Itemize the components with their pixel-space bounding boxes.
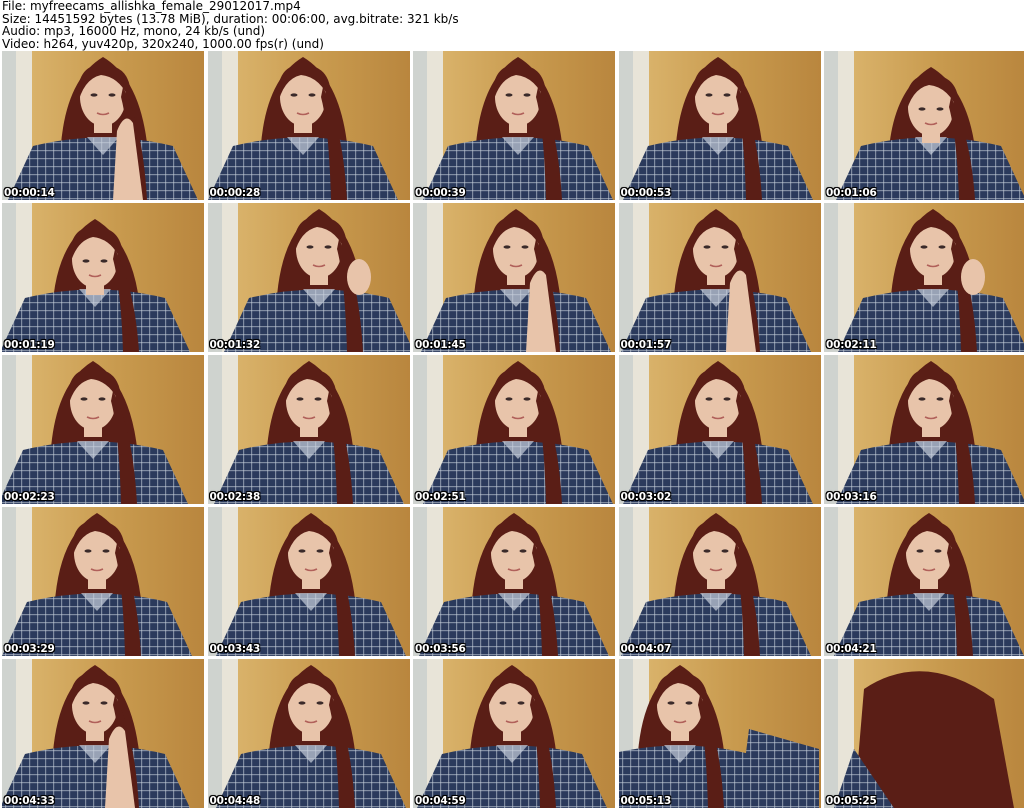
thumbnail-timestamp: 00:00:14: [4, 187, 55, 199]
thumbnail-frame: [824, 51, 1024, 200]
thumbnail-frame: [413, 203, 615, 352]
thumbnail-frame: [2, 507, 204, 656]
video-thumbnail: 00:01:45: [413, 203, 615, 352]
video-thumbnail: 00:02:38: [207, 355, 410, 504]
thumbnail-frame: [413, 507, 615, 656]
thumbnail-frame: [2, 355, 204, 504]
file-info-header: File: myfreecams_allishka_female_2901201…: [2, 0, 459, 50]
file-name-line: File: myfreecams_allishka_female_2901201…: [2, 0, 301, 13]
thumbnail-timestamp: 00:00:39: [415, 187, 466, 199]
thumbnail-frame: [824, 507, 1024, 656]
video-thumbnail: 00:04:33: [2, 659, 204, 808]
thumbnail-timestamp: 00:05:25: [826, 795, 877, 807]
thumbnail-timestamp: 00:04:33: [4, 795, 55, 807]
video-thumbnail: 00:01:06: [824, 51, 1024, 200]
thumbnail-timestamp: 00:02:38: [209, 491, 261, 503]
thumbnail-timestamp: 00:04:59: [415, 795, 466, 807]
thumbnail-frame: [207, 659, 410, 808]
video-thumbnail: 00:05:13: [618, 659, 821, 808]
video-thumbnail: 00:02:11: [824, 203, 1024, 352]
thumbnail-frame: [618, 507, 821, 656]
video-thumbnail: 00:00:53: [618, 51, 821, 200]
thumbnail-timestamp: 00:02:23: [4, 491, 55, 503]
video-thumbnail: 00:03:43: [207, 507, 410, 656]
video-thumbnail: 00:00:14: [2, 51, 204, 200]
thumbnail-timestamp: 00:01:45: [415, 339, 466, 351]
video-thumbnail: 00:03:56: [413, 507, 615, 656]
video-thumbnail: 00:02:51: [413, 355, 615, 504]
thumbnail-frame: [824, 355, 1024, 504]
thumbnail-timestamp: 00:00:28: [209, 187, 261, 199]
video-thumbnail: 00:03:02: [618, 355, 821, 504]
video-thumbnail: 00:05:25: [824, 659, 1024, 808]
video-info-line: Video: h264, yuv420p, 320x240, 1000.00 f…: [2, 36, 324, 51]
thumbnail-timestamp: 00:03:16: [826, 491, 877, 503]
thumbnail-timestamp: 00:00:53: [620, 187, 672, 199]
thumbnail-timestamp: 00:01:57: [620, 339, 672, 351]
thumbnail-frame: [207, 507, 410, 656]
thumbnail-frame: [2, 51, 204, 200]
video-thumbnail: 00:04:07: [618, 507, 821, 656]
thumbnail-frame: [413, 659, 615, 808]
video-thumbnail: 00:01:19: [2, 203, 204, 352]
video-thumbnail: 00:01:32: [207, 203, 410, 352]
thumbnail-frame: [207, 203, 410, 352]
thumbnail-frame: [824, 203, 1024, 352]
thumbnail-timestamp: 00:01:19: [4, 339, 55, 351]
thumbnail-timestamp: 00:04:07: [620, 643, 672, 655]
video-thumbnail: 00:04:48: [207, 659, 410, 808]
thumbnail-frame: [413, 355, 615, 504]
video-thumbnail: 00:00:28: [207, 51, 410, 200]
thumbnail-frame: [618, 51, 821, 200]
video-thumbnail: 00:01:57: [618, 203, 821, 352]
thumbnail-frame: [824, 659, 1024, 808]
thumbnail-timestamp: 00:01:32: [209, 339, 261, 351]
thumbnail-timestamp: 00:03:02: [620, 491, 672, 503]
thumbnail-timestamp: 00:03:29: [4, 643, 55, 655]
thumbnail-frame: [2, 659, 204, 808]
video-thumbnail: 00:04:21: [824, 507, 1024, 656]
thumbnail-timestamp: 00:02:51: [415, 491, 466, 503]
thumbnail-frame: [2, 203, 204, 352]
audio-info-line: Audio: mp3, 16000 Hz, mono, 24 kb/s (und…: [2, 24, 266, 38]
thumbnail-grid: 00:00:14 00:00:28 00:00:39 00:00:53 00:0…: [0, 51, 1024, 811]
thumbnail-timestamp: 00:03:43: [209, 643, 261, 655]
thumbnail-frame: [207, 51, 410, 200]
thumbnail-frame: [413, 51, 615, 200]
thumbnail-timestamp: 00:05:13: [620, 795, 672, 807]
thumbnail-timestamp: 00:03:56: [415, 643, 466, 655]
video-thumbnail: 00:03:29: [2, 507, 204, 656]
video-thumbnail: 00:04:59: [413, 659, 615, 808]
thumbnail-timestamp: 00:02:11: [826, 339, 877, 351]
video-thumbnail: 00:02:23: [2, 355, 204, 504]
video-thumbnail: 00:03:16: [824, 355, 1024, 504]
thumbnail-timestamp: 00:01:06: [826, 187, 877, 199]
thumbnail-timestamp: 00:04:48: [209, 795, 261, 807]
thumbnail-frame: [618, 355, 821, 504]
thumbnail-frame: [618, 659, 821, 808]
thumbnail-frame: [207, 355, 410, 504]
video-thumbnail: 00:00:39: [413, 51, 615, 200]
thumbnail-timestamp: 00:04:21: [826, 643, 877, 655]
thumbnail-frame: [618, 203, 821, 352]
